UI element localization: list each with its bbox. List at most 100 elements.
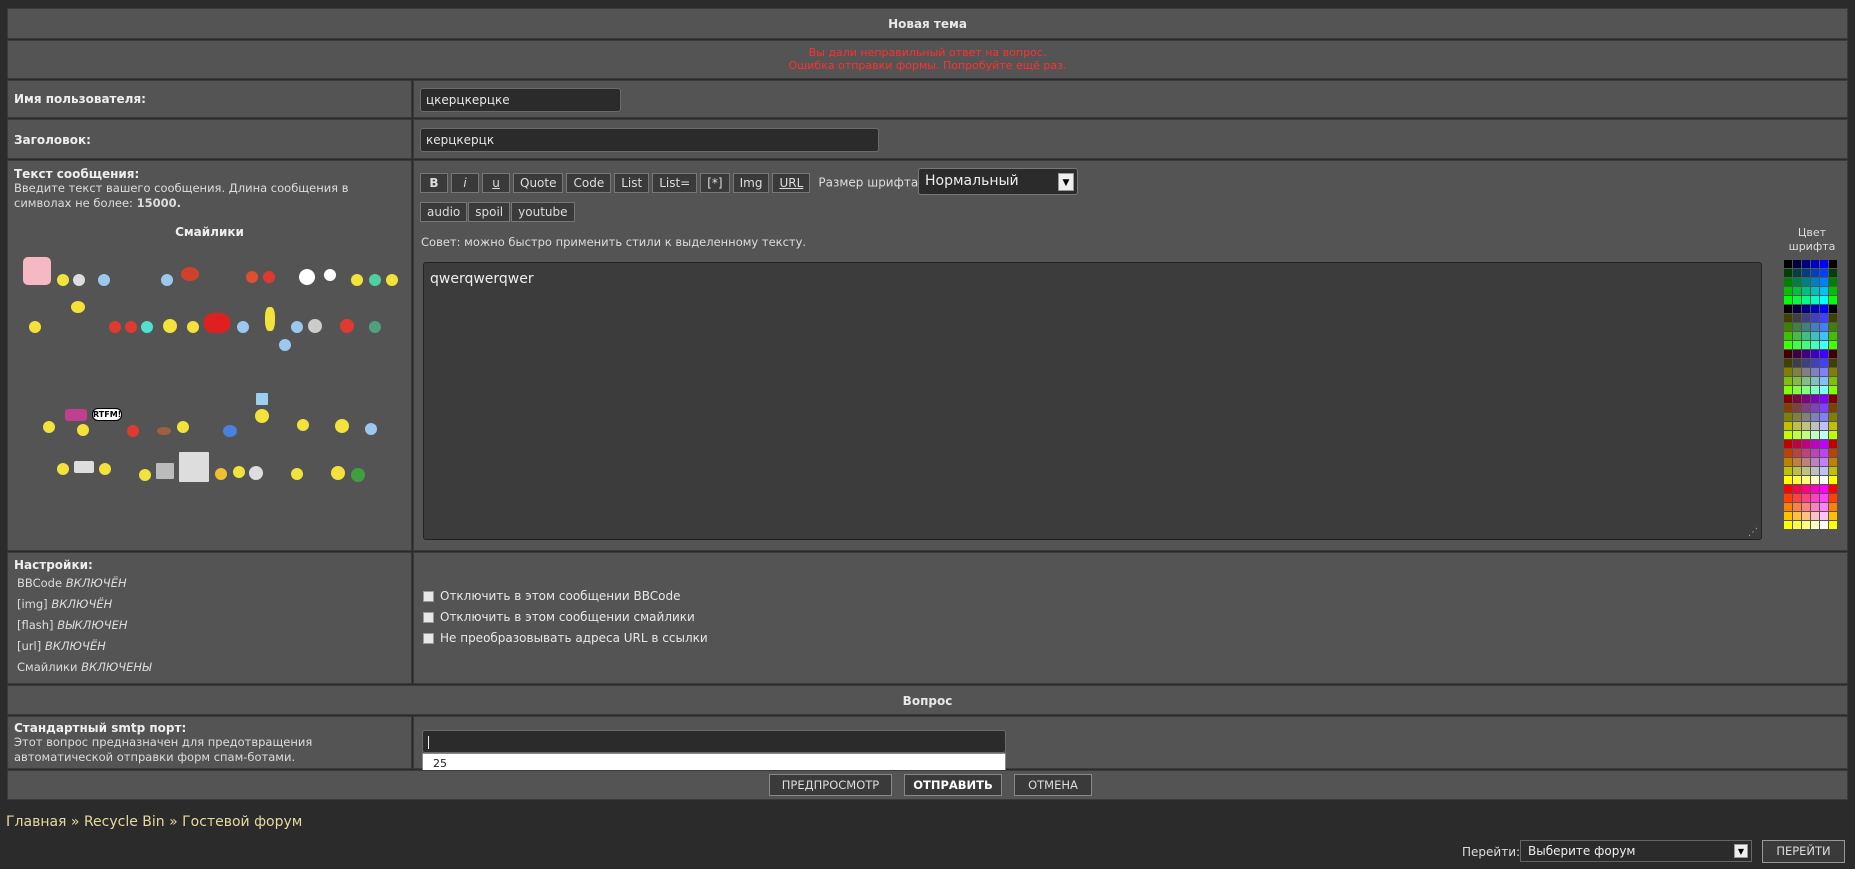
color-swatch[interactable] [1802,503,1810,511]
disable-urls-option[interactable]: Не преобразовывать адреса URL в ссылки [423,631,708,645]
smiley-icon[interactable] [339,318,355,334]
color-swatch[interactable] [1802,422,1810,430]
color-swatch[interactable] [1784,458,1792,466]
font-size-select[interactable]: Нормальный ▼ [918,168,1078,195]
color-swatch[interactable] [1829,449,1837,457]
color-swatch[interactable] [1820,458,1828,466]
color-swatch[interactable] [1802,314,1810,322]
color-swatch[interactable] [1829,314,1837,322]
rtfm-icon[interactable]: RTFM! [92,408,122,421]
color-swatch[interactable] [1784,503,1792,511]
color-swatch[interactable] [1793,512,1801,520]
color-swatch[interactable] [1784,359,1792,367]
color-swatch[interactable] [1784,521,1792,529]
color-swatch[interactable] [1829,323,1837,331]
color-swatch[interactable] [1793,494,1801,502]
smiley-icon[interactable] [156,426,172,436]
smiley-icon[interactable] [290,320,304,334]
list-item-button[interactable]: [*] [700,172,730,193]
color-swatch[interactable] [1793,305,1801,313]
smiley-icon[interactable] [255,392,269,406]
url-button[interactable]: URL [772,172,811,193]
color-swatch[interactable] [1820,494,1828,502]
color-swatch[interactable] [1793,422,1801,430]
smiley-icon[interactable] [28,320,42,334]
color-swatch[interactable] [1793,449,1801,457]
color-swatch[interactable] [1820,350,1828,358]
color-swatch[interactable] [1829,404,1837,412]
color-swatch[interactable] [1784,440,1792,448]
smiley-icon[interactable] [350,273,364,287]
color-swatch[interactable] [1784,296,1792,304]
color-swatch[interactable] [1820,386,1828,394]
color-swatch[interactable] [1784,305,1792,313]
color-swatch[interactable] [1829,368,1837,376]
smiley-icon[interactable] [222,424,238,438]
smiley-icon[interactable] [245,270,259,284]
smiley-icon[interactable] [56,462,70,476]
wall-smiley-icon[interactable] [178,451,210,483]
color-swatch[interactable] [1802,377,1810,385]
jump-button[interactable]: ПЕРЕЙТИ [1762,840,1845,863]
color-swatch[interactable] [1820,305,1828,313]
color-swatch[interactable] [1811,503,1819,511]
smiley-icon[interactable] [232,465,246,479]
color-swatch[interactable] [1793,386,1801,394]
color-swatch[interactable] [1793,359,1801,367]
banana-smiley-icon[interactable] [264,306,276,332]
color-swatch[interactable] [1811,449,1819,457]
smiley-icon[interactable] [126,424,140,438]
color-swatch[interactable] [1811,476,1819,484]
color-swatch[interactable] [1802,260,1810,268]
smiley-icon[interactable] [236,320,250,334]
color-swatch[interactable] [1829,260,1837,268]
color-swatch[interactable] [1793,269,1801,277]
color-swatch[interactable] [1784,287,1792,295]
color-swatch[interactable] [1793,404,1801,412]
color-swatch[interactable] [1802,350,1810,358]
color-swatch[interactable] [1829,521,1837,529]
color-swatch[interactable] [1829,386,1837,394]
color-swatch[interactable] [1829,395,1837,403]
smiley-icon[interactable] [368,273,382,287]
color-swatch[interactable] [1784,431,1792,439]
smiley-icon[interactable] [140,320,154,334]
color-swatch[interactable] [1829,269,1837,277]
color-swatch[interactable] [1811,386,1819,394]
color-swatch[interactable] [1793,440,1801,448]
color-swatch[interactable] [1784,332,1792,340]
color-swatch[interactable] [1820,449,1828,457]
color-swatch[interactable] [1811,422,1819,430]
color-swatch[interactable] [1820,395,1828,403]
color-swatch[interactable] [1829,431,1837,439]
smiley-icon[interactable] [64,408,88,422]
smiley-icon[interactable] [162,318,178,334]
smiley-icon[interactable] [97,273,111,287]
color-swatch[interactable] [1802,449,1810,457]
color-swatch[interactable] [1784,368,1792,376]
breadcrumb-guest-forum-link[interactable]: Гостевой форум [182,814,302,830]
color-swatch[interactable] [1802,485,1810,493]
disable-urls-checkbox[interactable] [423,633,434,644]
color-swatch[interactable] [1802,494,1810,502]
color-swatch[interactable] [1784,260,1792,268]
list-button[interactable]: List [614,172,650,193]
color-swatch[interactable] [1829,467,1837,475]
color-swatch[interactable] [1811,332,1819,340]
smiley-icon[interactable] [70,300,86,314]
disable-bbcode-option[interactable]: Отключить в этом сообщении BBCode [423,589,681,603]
color-swatch[interactable] [1802,359,1810,367]
color-swatch[interactable] [1829,350,1837,358]
color-swatch[interactable] [1784,404,1792,412]
color-swatch[interactable] [1829,278,1837,286]
smiley-icon[interactable] [124,320,138,334]
disable-smilies-checkbox[interactable] [423,612,434,623]
username-input[interactable]: цкерцкерцке [420,88,621,112]
color-swatch[interactable] [1820,278,1828,286]
color-swatch[interactable] [1811,341,1819,349]
color-swatch[interactable] [1829,476,1837,484]
color-swatch[interactable] [1793,287,1801,295]
smiley-icon[interactable] [262,270,276,284]
color-swatch[interactable] [1811,413,1819,421]
color-swatch[interactable] [1811,377,1819,385]
